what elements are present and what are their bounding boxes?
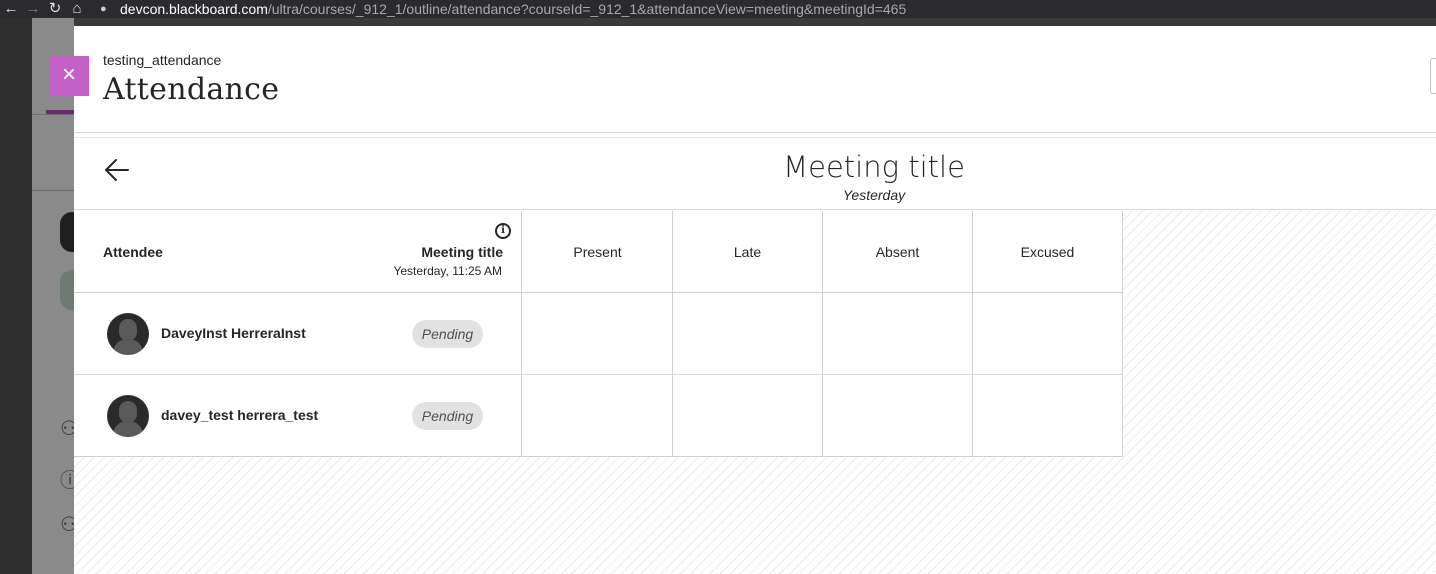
present-cell[interactable] <box>523 293 673 374</box>
background-avatar <box>60 270 74 310</box>
meeting-column-date: Yesterday, 11:25 AM <box>393 264 502 278</box>
panel-header: testing_attendance Attendance <box>74 26 1436 133</box>
course-name: testing_attendance <box>103 52 222 68</box>
page-title: Attendance <box>103 72 280 107</box>
attendee-cell: DaveyInst HerreraInst Pending <box>74 293 522 374</box>
background-left-strip <box>0 18 32 574</box>
late-cell[interactable] <box>673 293 823 374</box>
present-header: Present <box>573 244 622 260</box>
excused-cell[interactable] <box>973 375 1122 457</box>
avatar <box>107 313 149 355</box>
attendance-table: Attendee i Meeting title Yesterday, 11:2… <box>74 211 1123 457</box>
student-name[interactable]: davey_test herrera_test <box>161 407 318 423</box>
browser-address-bar: ← → ↻ ⌂ ● devcon.blackboard.com/ultra/co… <box>0 0 1436 18</box>
attendee-cell: davey_test herrera_test Pending <box>74 375 522 457</box>
browser-back-icon[interactable]: ← <box>0 0 22 18</box>
attendee-header-cell: Attendee i Meeting title Yesterday, 11:2… <box>74 211 522 292</box>
absent-cell[interactable] <box>823 375 973 457</box>
attendee-header: Attendee <box>103 244 163 260</box>
browser-forward-icon[interactable]: → <box>22 0 44 18</box>
close-panel-button[interactable]: × <box>49 56 89 96</box>
background-person-icon: ⚇ <box>60 418 74 440</box>
student-name[interactable]: DaveyInst HerreraInst <box>161 325 306 341</box>
meeting-date: Yesterday <box>842 187 906 203</box>
absent-header: Absent <box>875 244 920 260</box>
late-header-cell[interactable]: Late <box>673 211 823 292</box>
browser-home-icon[interactable]: ⌂ <box>66 0 88 18</box>
browser-reload-icon[interactable]: ↻ <box>44 0 66 18</box>
header-right-control[interactable] <box>1430 58 1436 94</box>
info-icon[interactable]: i <box>495 223 511 239</box>
status-badge: Pending <box>412 320 483 348</box>
absent-header-cell[interactable]: Absent <box>823 211 973 292</box>
table-header-row: Attendee i Meeting title Yesterday, 11:2… <box>74 211 1122 293</box>
late-header: Late <box>733 244 762 260</box>
excused-cell[interactable] <box>973 293 1122 374</box>
table-row: DaveyInst HerreraInst Pending <box>74 293 1122 375</box>
table-row: davey_test herrera_test Pending <box>74 375 1122 457</box>
url-field[interactable]: devcon.blackboard.com/ultra/courses/_912… <box>120 1 906 17</box>
excused-header: Excused <box>1020 244 1075 260</box>
meeting-column-header[interactable]: Meeting title <box>421 244 503 260</box>
meeting-title: Meeting title <box>783 150 965 184</box>
status-badge: Pending <box>412 402 483 430</box>
background-people-icon: ⚇ <box>60 514 74 536</box>
background-divider <box>32 114 74 115</box>
background-info-icon: ⓘ <box>60 470 74 492</box>
background-avatar <box>60 212 74 252</box>
attendance-panel: testing_attendance Attendance Meeting ti… <box>74 26 1436 574</box>
late-cell[interactable] <box>673 375 823 457</box>
absent-cell[interactable] <box>823 293 973 374</box>
meeting-header: Meeting title Yesterday <box>74 137 1436 210</box>
present-header-cell[interactable]: Present <box>523 211 673 292</box>
avatar <box>107 395 149 437</box>
lock-icon: ● <box>100 3 107 15</box>
excused-header-cell[interactable]: Excused <box>973 211 1122 292</box>
present-cell[interactable] <box>523 375 673 457</box>
background-page: ⚇ ⓘ ⚇ <box>0 18 74 574</box>
background-divider <box>32 190 74 191</box>
